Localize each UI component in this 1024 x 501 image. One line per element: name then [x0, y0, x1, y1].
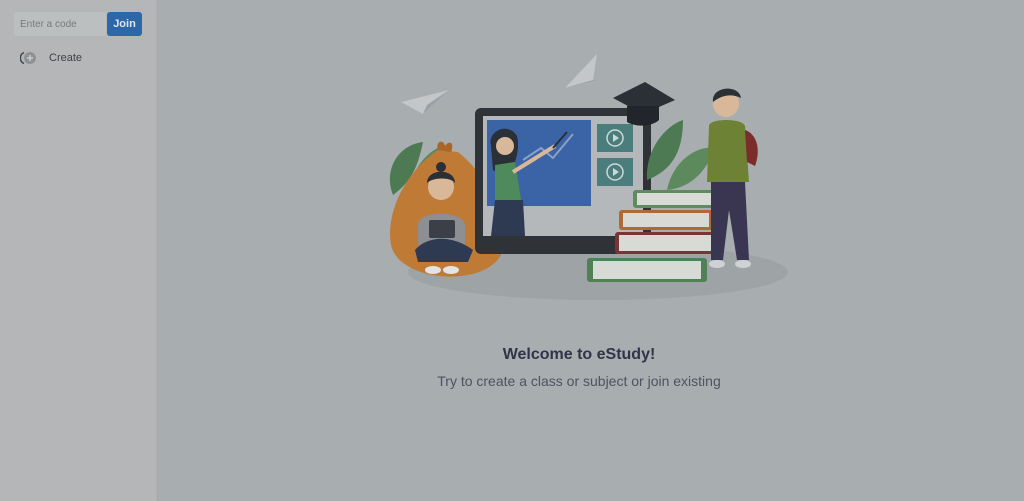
sidebar: Join Create: [0, 0, 157, 501]
main-content: Welcome to eStudy! Try to create a class…: [158, 0, 1024, 501]
online-learning-illustration: [389, 54, 788, 300]
join-class-form: Join: [14, 12, 142, 36]
class-code-input[interactable]: [14, 12, 106, 36]
create-label: Create: [49, 52, 83, 64]
welcome-title: Welcome to eStudy!: [502, 346, 656, 363]
create-button[interactable]: Create: [19, 50, 83, 66]
welcome-subtitle: Try to create a class or subject or join…: [437, 373, 721, 389]
plus-circle-icon: [19, 50, 38, 66]
join-button[interactable]: Join: [107, 12, 142, 36]
